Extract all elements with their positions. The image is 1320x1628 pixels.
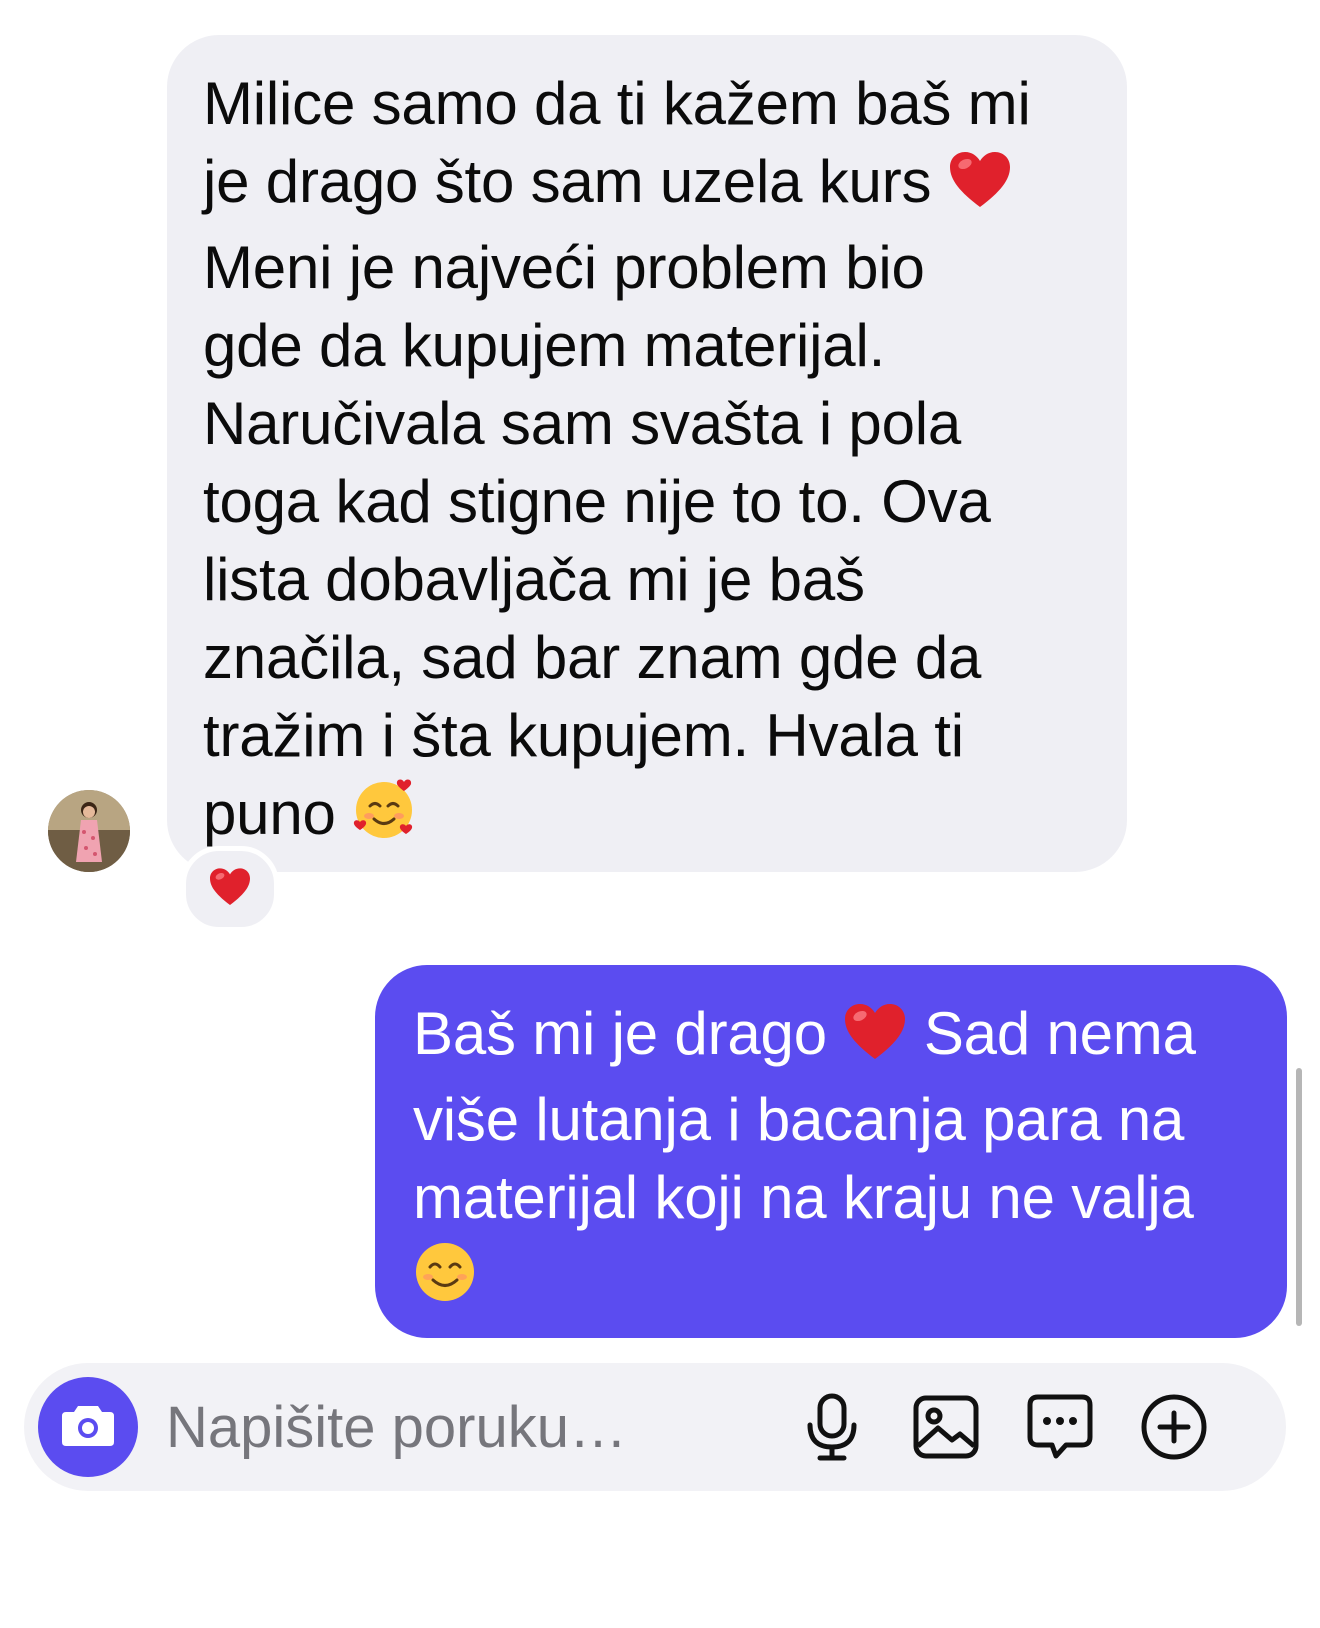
incoming-line: Naručivala sam svašta i pola (203, 390, 962, 457)
incoming-message-text: Milice samo da ti kažem baš mi je drago … (203, 65, 1091, 861)
incoming-line: lista dobavljača mi je baš (203, 546, 865, 613)
outgoing-message-text: Baš mi je drago Sad nema više lutanja i … (413, 995, 1251, 1323)
incoming-line: Meni je najveći problem bio (203, 234, 925, 301)
gallery-button[interactable] (910, 1391, 982, 1463)
image-icon (912, 1394, 980, 1460)
incoming-line: gde da kupujem materijal. (203, 312, 886, 379)
red-heart-icon (208, 867, 252, 912)
plus-circle-icon (1140, 1393, 1208, 1461)
incoming-line: značila, sad bar znam gde da (203, 624, 982, 691)
incoming-line: Milice samo da ti kažem baš mi (203, 70, 1031, 137)
smiling-face-with-hearts-icon (352, 776, 418, 861)
avatar[interactable] (48, 790, 130, 872)
smiling-face-icon (413, 1240, 477, 1323)
red-heart-icon (843, 1002, 907, 1081)
incoming-line: puno (203, 780, 336, 847)
more-options-button[interactable] (1138, 1391, 1210, 1463)
outgoing-line: Sad nema (923, 1000, 1196, 1067)
outgoing-line: više lutanja i bacanja para na (413, 1086, 1185, 1153)
message-reaction[interactable] (181, 846, 279, 932)
message-input[interactable] (166, 1385, 786, 1469)
microphone-icon (805, 1393, 859, 1461)
outgoing-line: materijal koji na kraju ne valja (413, 1164, 1194, 1231)
outgoing-line: Baš mi je drago (413, 1000, 827, 1067)
red-heart-icon (948, 150, 1012, 229)
scrollbar[interactable] (1296, 1068, 1302, 1326)
camera-icon (60, 1402, 116, 1453)
incoming-line: je drago što sam uzela kurs (203, 148, 932, 215)
incoming-line: toga kad stigne nije to to. Ova (203, 468, 991, 535)
message-composer (24, 1363, 1286, 1491)
message-dots-icon (1026, 1393, 1094, 1461)
microphone-button[interactable] (796, 1391, 868, 1463)
message-options-button[interactable] (1024, 1391, 1096, 1463)
outgoing-message-bubble[interactable]: Baš mi je drago Sad nema više lutanja i … (375, 965, 1287, 1338)
incoming-line: tražim i šta kupujem. Hvala ti (203, 702, 964, 769)
incoming-message-bubble[interactable]: Milice samo da ti kažem baš mi je drago … (167, 35, 1127, 872)
camera-button[interactable] (38, 1377, 138, 1477)
